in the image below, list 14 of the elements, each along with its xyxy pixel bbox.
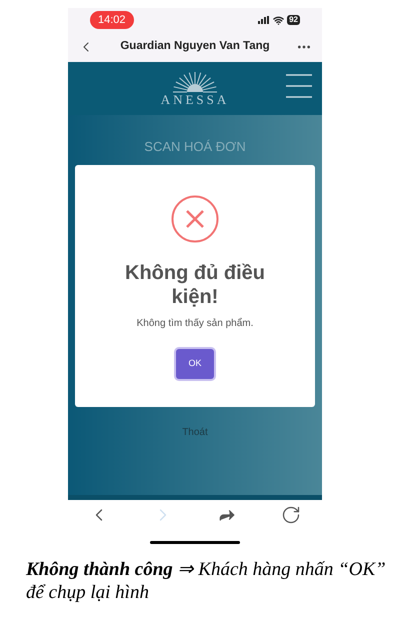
brand-logo: ANESSA [160,93,230,106]
error-icon [171,195,219,243]
menu-icon[interactable] [286,74,312,98]
battery-level: 92 [287,15,300,25]
caption: Không thành công ⇒ Khách hàng nhấn “OK” để chụp lại hình [26,558,387,604]
page-heading: SCAN HOÁ ĐƠN [144,138,246,156]
wifi-icon [273,14,284,26]
dialog-message: Không tìm thấy sản phẩm. [136,316,254,331]
reload-icon[interactable] [281,505,301,525]
clock-time: 14:02 [90,10,134,30]
signal-icon [258,16,270,24]
dialog-title: Không đủ điều kiện! [124,261,266,309]
ok-button[interactable]: OK [176,349,214,379]
page-title: Guardian Nguyen Van Tang [120,39,270,54]
